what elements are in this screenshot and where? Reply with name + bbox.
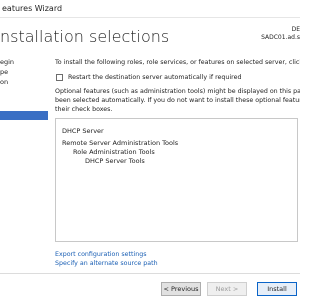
destination-server-label: DE <box>291 26 300 33</box>
features-list: DHCP Server Remote Server Administration… <box>55 118 298 242</box>
optional-features-text: Optional features (such as administratio… <box>55 87 300 114</box>
optional-line-2: been selected automatically. If you do n… <box>55 97 300 104</box>
footer-divider <box>0 273 300 274</box>
install-button[interactable]: Install <box>257 282 297 296</box>
wizard-nav: egin pe on <box>0 58 48 258</box>
next-button[interactable]: Next > <box>207 282 247 296</box>
nav-item-type[interactable]: pe <box>0 68 8 77</box>
alternate-source-link[interactable]: Specify an alternate source path <box>55 259 158 268</box>
nav-item-confirmation-selected[interactable] <box>0 111 48 120</box>
restart-option[interactable]: Restart the destination server automatic… <box>55 73 300 83</box>
window-title: eatures Wizard <box>2 4 63 13</box>
restart-checkbox-label[interactable]: Restart the destination server automatic… <box>68 73 241 83</box>
destination-server-name: SADC01.ad.s <box>261 34 300 41</box>
window-titlebar: eatures Wizard <box>0 0 300 18</box>
destination-server: DE SADC01.ad.s <box>250 26 300 42</box>
nav-item-selection[interactable]: on <box>0 78 8 87</box>
nav-item-begin[interactable]: egin <box>0 58 14 67</box>
links-area: Export configuration settings Specify an… <box>55 250 158 268</box>
optional-line-3: their check boxes. <box>55 106 113 113</box>
export-configuration-link[interactable]: Export configuration settings <box>55 250 158 259</box>
feature-item-role-admin-tools: Role Administration Tools <box>73 148 155 156</box>
feature-item-rsat: Remote Server Administration Tools <box>62 139 179 147</box>
restart-checkbox[interactable] <box>56 74 63 81</box>
feature-item-dhcp-server-tools: DHCP Server Tools <box>85 157 145 165</box>
optional-line-1: Optional features (such as administratio… <box>55 88 300 95</box>
feature-item-dhcp-server: DHCP Server <box>62 127 104 135</box>
page-title: nstallation selections <box>0 27 170 46</box>
previous-button[interactable]: < Previous <box>161 282 201 296</box>
intro-text: To install the following roles, role ser… <box>55 59 300 66</box>
